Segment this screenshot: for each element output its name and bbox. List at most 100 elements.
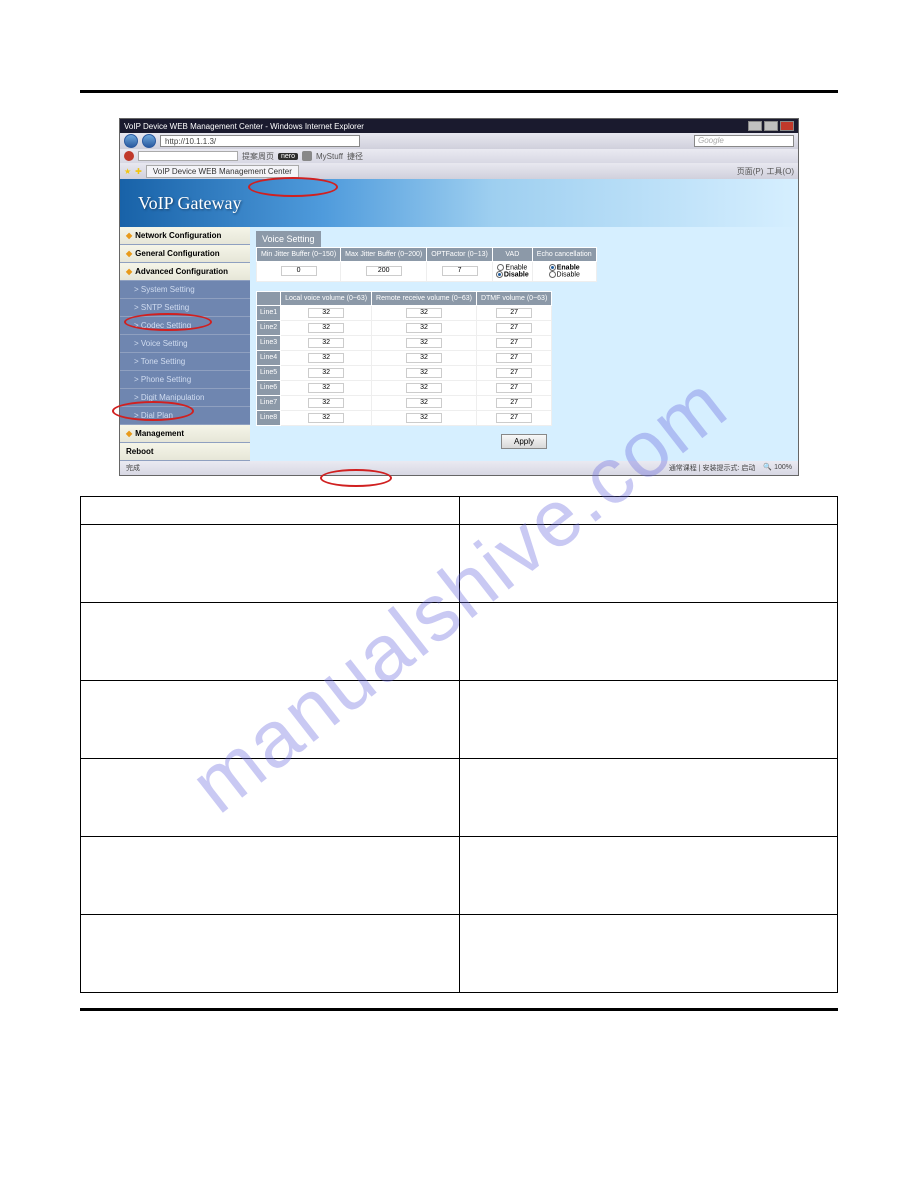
sidebar-label: Advanced Configuration bbox=[135, 267, 228, 276]
sidebar-sub-sntp[interactable]: > SNTP Setting bbox=[120, 299, 250, 317]
desc-cell bbox=[81, 525, 460, 603]
status-left: 完成 bbox=[126, 463, 140, 473]
nero-button[interactable]: nero bbox=[278, 153, 298, 160]
dtmf-vol-input[interactable]: 27 bbox=[496, 383, 532, 393]
remote-vol-input[interactable]: 32 bbox=[406, 353, 442, 363]
local-vol-input[interactable]: 32 bbox=[308, 368, 344, 378]
remote-vol-input[interactable]: 32 bbox=[406, 413, 442, 423]
sidebar-item-advanced[interactable]: ◆Advanced Configuration bbox=[120, 263, 250, 281]
local-vol-input[interactable]: 32 bbox=[308, 323, 344, 333]
col-min-jitter: Min Jitter Buffer (0~150) bbox=[257, 248, 341, 262]
address-bar[interactable]: http://10.1.1.3/ bbox=[160, 135, 360, 147]
line-name: Line5 bbox=[257, 365, 281, 380]
local-vol-input[interactable]: 32 bbox=[308, 353, 344, 363]
page-menu[interactable]: 页面(P) bbox=[737, 166, 764, 177]
add-favorite-icon[interactable]: ✚ bbox=[135, 167, 142, 176]
toolbar-other[interactable]: 捷径 bbox=[347, 151, 363, 162]
local-vol-input[interactable]: 32 bbox=[308, 413, 344, 423]
vad-enable-radio[interactable] bbox=[497, 264, 504, 271]
local-vol-input[interactable]: 32 bbox=[308, 398, 344, 408]
local-vol-input[interactable]: 32 bbox=[308, 338, 344, 348]
dtmf-vol-input[interactable]: 27 bbox=[496, 398, 532, 408]
echo-disable-radio[interactable] bbox=[549, 271, 556, 278]
sidebar-sub-tone[interactable]: > Tone Setting bbox=[120, 353, 250, 371]
bottom-rule bbox=[80, 1008, 838, 1011]
col-remote-vol: Remote receive volume (0~63) bbox=[372, 291, 477, 305]
ask-icon[interactable] bbox=[124, 151, 134, 161]
local-vol-input[interactable]: 32 bbox=[308, 383, 344, 393]
dtmf-vol-input[interactable]: 27 bbox=[496, 413, 532, 423]
local-vol-input[interactable]: 32 bbox=[308, 308, 344, 318]
section-title: Voice Setting bbox=[256, 231, 321, 247]
browser-tab[interactable]: VoIP Device WEB Management Center bbox=[146, 165, 299, 178]
optfactor-input[interactable]: 7 bbox=[442, 266, 478, 276]
col-max-jitter: Max Jitter Buffer (0~200) bbox=[341, 248, 427, 262]
page-content: VoIP Gateway ◆Network Configuration ◆Gen… bbox=[120, 179, 798, 461]
apply-button[interactable]: Apply bbox=[501, 434, 547, 449]
remote-vol-input[interactable]: 32 bbox=[406, 383, 442, 393]
remote-vol-input[interactable]: 32 bbox=[406, 308, 442, 318]
vad-disable-radio[interactable] bbox=[496, 271, 503, 278]
minimize-button[interactable] bbox=[748, 121, 762, 131]
desc-cell bbox=[459, 603, 838, 681]
desc-cell bbox=[459, 837, 838, 915]
arrow-icon: ◆ bbox=[126, 267, 132, 276]
sidebar-sub-phone[interactable]: > Phone Setting bbox=[120, 371, 250, 389]
sidebar-sub-dialplan[interactable]: > Dial Plan bbox=[120, 407, 250, 425]
desc-hdr-2 bbox=[459, 497, 838, 525]
sidebar-label: Network Configuration bbox=[135, 231, 221, 240]
forward-button[interactable] bbox=[142, 134, 156, 148]
window-titlebar: VoIP Device WEB Management Center - Wind… bbox=[120, 119, 798, 133]
remote-vol-input[interactable]: 32 bbox=[406, 338, 442, 348]
sidebar-sub-codec[interactable]: > Codec Setting bbox=[120, 317, 250, 335]
work-area: Voice Setting Min Jitter Buffer (0~150) … bbox=[250, 227, 798, 461]
sidebar-item-network[interactable]: ◆Network Configuration bbox=[120, 227, 250, 245]
dtmf-vol-input[interactable]: 27 bbox=[496, 338, 532, 348]
dtmf-vol-input[interactable]: 27 bbox=[496, 368, 532, 378]
radio-label: Disable bbox=[557, 272, 580, 279]
arrow-icon: ◆ bbox=[126, 249, 132, 258]
tools-menu[interactable]: 工具(O) bbox=[766, 166, 794, 177]
sidebar-label: Reboot bbox=[126, 447, 154, 456]
sidebar-sub-system[interactable]: > System Setting bbox=[120, 281, 250, 299]
remote-vol-input[interactable]: 32 bbox=[406, 398, 442, 408]
min-jitter-input[interactable]: 0 bbox=[281, 266, 317, 276]
remote-vol-input[interactable]: 32 bbox=[406, 368, 442, 378]
sidebar-item-general[interactable]: ◆General Configuration bbox=[120, 245, 250, 263]
description-table bbox=[80, 496, 838, 993]
desc-cell bbox=[81, 915, 460, 993]
sidebar-sub-voice[interactable]: > Voice Setting bbox=[120, 335, 250, 353]
back-button[interactable] bbox=[124, 134, 138, 148]
sidebar: ◆Network Configuration ◆General Configur… bbox=[120, 227, 250, 461]
apply-row: Apply bbox=[256, 426, 792, 453]
dtmf-vol-input[interactable]: 27 bbox=[496, 323, 532, 333]
remote-vol-input[interactable]: 32 bbox=[406, 323, 442, 333]
line-name: Line2 bbox=[257, 320, 281, 335]
sidebar-item-management[interactable]: ◆Management bbox=[120, 425, 250, 443]
desc-cell bbox=[81, 837, 460, 915]
banner-title: VoIP Gateway bbox=[138, 193, 241, 214]
favorites-icon[interactable]: ★ bbox=[124, 167, 131, 176]
zoom-level: 100% bbox=[774, 464, 792, 471]
dtmf-vol-input[interactable]: 27 bbox=[496, 308, 532, 318]
toolbar-search-label[interactable]: 提案周页 bbox=[242, 151, 274, 162]
close-button[interactable] bbox=[780, 121, 794, 131]
desc-cell bbox=[459, 915, 838, 993]
toolbar-search[interactable] bbox=[138, 151, 238, 161]
mystuff-button[interactable]: MyStuff bbox=[316, 152, 343, 161]
sidebar-sub-digit[interactable]: > Digit Manipulation bbox=[120, 389, 250, 407]
echo-enable-radio[interactable] bbox=[549, 264, 556, 271]
toolbar-icon[interactable] bbox=[302, 151, 312, 161]
line-name: Line7 bbox=[257, 395, 281, 410]
line-name: Line3 bbox=[257, 335, 281, 350]
col-vad: VAD bbox=[492, 248, 532, 262]
maximize-button[interactable] bbox=[764, 121, 778, 131]
desc-hdr-1 bbox=[81, 497, 460, 525]
max-jitter-input[interactable]: 200 bbox=[366, 266, 402, 276]
sidebar-item-reboot[interactable]: Reboot bbox=[120, 443, 250, 461]
desc-cell bbox=[81, 603, 460, 681]
dtmf-vol-input[interactable]: 27 bbox=[496, 353, 532, 363]
jitter-table: Min Jitter Buffer (0~150) Max Jitter Buf… bbox=[256, 247, 597, 282]
search-input[interactable]: Google bbox=[694, 135, 794, 147]
top-rule bbox=[80, 90, 838, 93]
